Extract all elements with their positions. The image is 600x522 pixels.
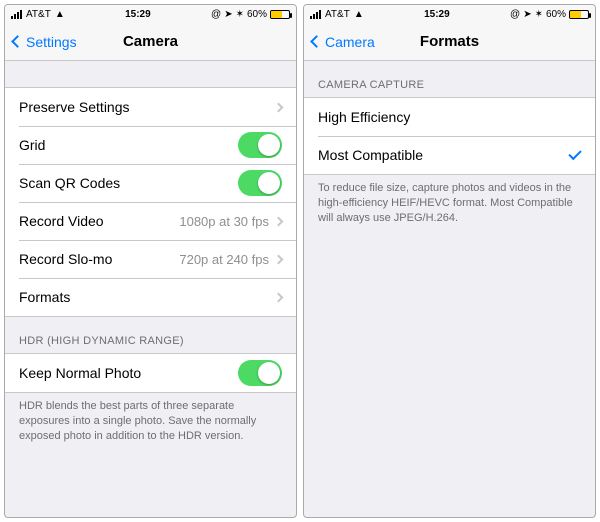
chevron-right-icon [274,216,284,226]
row-most-compatible[interactable]: Most Compatible [304,136,595,174]
row-label: Scan QR Codes [19,175,238,191]
nav-bar: Settings Camera [5,23,296,61]
row-label: Keep Normal Photo [19,365,238,381]
row-preserve-settings[interactable]: Preserve Settings [5,88,296,126]
row-label: Preserve Settings [19,99,275,115]
battery-icon [569,10,589,19]
checkmark-icon [568,146,581,159]
battery-percent: 60% [546,9,566,20]
row-label: Most Compatible [318,147,569,163]
battery-percent: 60% [247,9,267,20]
row-detail: 1080p at 30 fps [179,214,269,229]
settings-group-main: Preserve Settings Grid Scan QR Codes Rec… [5,87,296,317]
back-button[interactable]: Settings [13,34,77,50]
nav-bar: Camera Formats [304,23,595,61]
chevron-left-icon [11,35,24,48]
scan-qr-toggle[interactable] [238,170,282,196]
hdr-section-footer: HDR blends the best parts of three separ… [5,393,296,454]
keep-normal-photo-toggle[interactable] [238,360,282,386]
chevron-right-icon [274,254,284,264]
formats-group: High Efficiency Most Compatible [304,97,595,175]
wifi-icon: ▲ [55,9,65,20]
back-label: Settings [26,34,77,50]
orientation-lock-icon: @ [211,9,221,20]
bluetooth-icon: ✶ [535,9,543,20]
signal-icon [11,10,22,19]
status-bar: AT&T ▲ 15:29 @ ➤ ✶ 60% [5,5,296,23]
orientation-lock-icon: @ [510,9,520,20]
hdr-section-header: HDR (High Dynamic Range) [5,317,296,353]
row-label: Record Video [19,213,179,229]
settings-group-hdr: Keep Normal Photo [5,353,296,393]
wifi-icon: ▲ [354,9,364,20]
camera-settings-screen: AT&T ▲ 15:29 @ ➤ ✶ 60% Settings Camera P… [4,4,297,518]
status-bar: AT&T ▲ 15:29 @ ➤ ✶ 60% [304,5,595,23]
row-high-efficiency[interactable]: High Efficiency [304,98,595,136]
chevron-right-icon [274,292,284,302]
row-detail: 720p at 240 fps [179,252,269,267]
row-label: High Efficiency [318,109,581,125]
chevron-right-icon [274,102,284,112]
back-label: Camera [325,34,375,50]
row-formats[interactable]: Formats [5,278,296,316]
row-record-video[interactable]: Record Video 1080p at 30 fps [5,202,296,240]
battery-icon [270,10,290,19]
row-label: Record Slo-mo [19,251,179,267]
signal-icon [310,10,321,19]
bluetooth-icon: ✶ [236,9,244,20]
grid-toggle[interactable] [238,132,282,158]
clock: 15:29 [125,9,151,20]
row-scan-qr[interactable]: Scan QR Codes [5,164,296,202]
row-label: Grid [19,137,238,153]
location-icon: ➤ [523,9,531,20]
back-button[interactable]: Camera [312,34,375,50]
location-icon: ➤ [224,9,232,20]
content: Preserve Settings Grid Scan QR Codes Rec… [5,61,296,517]
row-keep-normal-photo[interactable]: Keep Normal Photo [5,354,296,392]
carrier-label: AT&T [26,9,51,20]
formats-screen: AT&T ▲ 15:29 @ ➤ ✶ 60% Camera Formats Ca… [303,4,596,518]
row-label: Formats [19,289,275,305]
row-record-slomo[interactable]: Record Slo-mo 720p at 240 fps [5,240,296,278]
formats-section-footer: To reduce file size, capture photos and … [304,175,595,236]
chevron-left-icon [310,35,323,48]
row-grid[interactable]: Grid [5,126,296,164]
content: Camera Capture High Efficiency Most Comp… [304,61,595,517]
carrier-label: AT&T [325,9,350,20]
capture-section-header: Camera Capture [304,61,595,97]
clock: 15:29 [424,9,450,20]
